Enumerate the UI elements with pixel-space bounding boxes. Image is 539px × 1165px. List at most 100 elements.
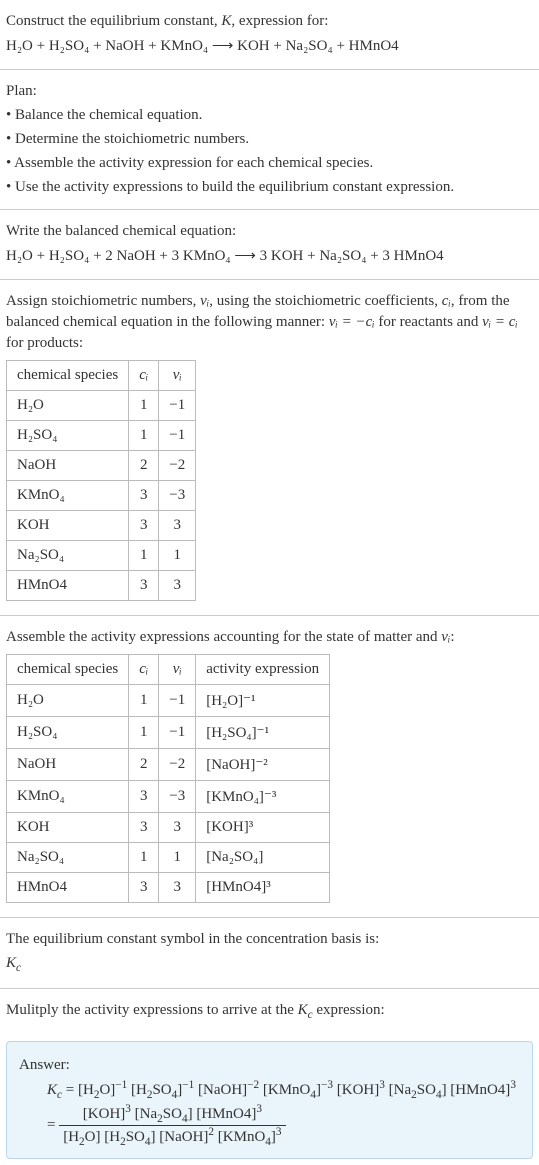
- col-species: chemical species: [7, 655, 129, 685]
- cell-nui: 1: [159, 843, 196, 873]
- table-row: KOH33: [7, 511, 196, 541]
- col-species: chemical species: [7, 361, 129, 391]
- cell-nui: −3: [159, 481, 196, 511]
- cell-species: Na₂SO₄: [7, 843, 129, 873]
- balanced-equation: H₂O + H₂SO₄ + 2 NaOH + 3 KMnO₄ ⟶ 3 KOH +…: [6, 246, 533, 267]
- cell-ci: 1: [129, 685, 159, 717]
- Kc-symbol: Kc: [6, 953, 533, 977]
- prompt-section: Construct the equilibrium constant, K, e…: [0, 0, 539, 70]
- table-row: KMnO₄3−3[KMnO₄]⁻³: [7, 781, 330, 813]
- activity-heading-1: Assemble the activity expressions accoun…: [6, 629, 441, 645]
- equals-sign: =: [47, 1116, 59, 1132]
- basis-line1: The equilibrium constant symbol in the c…: [6, 929, 533, 950]
- cell-species: H₂O: [7, 685, 129, 717]
- answer-label: Answer:: [19, 1055, 520, 1076]
- table-row: H₂SO₄1−1[H₂SO₄]⁻¹: [7, 717, 330, 749]
- cell-species: NaOH: [7, 749, 129, 781]
- cell-activity: [H₂SO₄]⁻¹: [196, 717, 330, 749]
- plan-bullet-2: • Determine the stoichiometric numbers.: [6, 129, 533, 150]
- c-i-symbol: cᵢ: [442, 293, 451, 309]
- Kc-text: Kc: [6, 955, 21, 971]
- plan-section: Plan: • Balance the chemical equation. •…: [0, 70, 539, 210]
- cell-activity: [HMnO4]³: [196, 873, 330, 903]
- table-row: H₂O1−1: [7, 391, 196, 421]
- cell-ci: 3: [129, 481, 159, 511]
- rel1: νᵢ = −cᵢ: [329, 314, 375, 330]
- col-activity: activity expression: [196, 655, 330, 685]
- cell-activity: [Na₂SO₄]: [196, 843, 330, 873]
- cell-species: Na₂SO₄: [7, 541, 129, 571]
- answer-fraction: [KOH]3 [Na2SO4] [HMnO4]3 [H2O] [H2SO4] […: [59, 1103, 285, 1148]
- cell-species: H₂SO₄: [7, 421, 129, 451]
- plan-heading: Plan:: [6, 81, 533, 102]
- basis-section: The equilibrium constant symbol in the c…: [0, 918, 539, 989]
- nu-i-symbol-2: νᵢ: [441, 629, 450, 645]
- cell-species: NaOH: [7, 451, 129, 481]
- table-header-row: chemical species cᵢ νᵢ activity expressi…: [7, 655, 330, 685]
- stoich-intro-5: for products:: [6, 335, 83, 351]
- fraction-numerator: [KOH]3 [Na2SO4] [HMnO4]3: [59, 1103, 285, 1126]
- cell-ci: 3: [129, 873, 159, 903]
- table-row: Na₂SO₄11: [7, 541, 196, 571]
- plan-bullet-4: • Use the activity expressions to build …: [6, 177, 533, 198]
- stoich-section: Assign stoichiometric numbers, νᵢ , using…: [0, 280, 539, 616]
- cell-nui: −1: [159, 685, 196, 717]
- cell-ci: 1: [129, 843, 159, 873]
- activity-section: Assemble the activity expressions accoun…: [0, 616, 539, 918]
- answer-line1: Kc = [H2O]−1 [H2SO4]−1 [NaOH]−2 [KMnO4]−…: [47, 1079, 520, 1101]
- cell-species: H₂SO₄: [7, 717, 129, 749]
- prompt-part1: Construct the equilibrium constant,: [6, 13, 221, 29]
- table-header-row: chemical species cᵢ νᵢ: [7, 361, 196, 391]
- activity-table: chemical species cᵢ νᵢ activity expressi…: [6, 654, 330, 903]
- cell-ci: 2: [129, 451, 159, 481]
- table-row: KMnO₄3−3: [7, 481, 196, 511]
- cell-nui: −2: [159, 749, 196, 781]
- col-ci: cᵢ: [129, 655, 159, 685]
- table-row: HMnO433[HMnO4]³: [7, 873, 330, 903]
- cell-nui: 3: [159, 571, 196, 601]
- cell-ci: 3: [129, 571, 159, 601]
- table-row: H₂O1−1[H₂O]⁻¹: [7, 685, 330, 717]
- col-ci: cᵢ: [129, 361, 159, 391]
- activity-heading: Assemble the activity expressions accoun…: [6, 627, 533, 648]
- cell-nui: 1: [159, 541, 196, 571]
- cell-species: HMnO4: [7, 571, 129, 601]
- balanced-section: Write the balanced chemical equation: H₂…: [0, 210, 539, 280]
- cell-ci: 1: [129, 541, 159, 571]
- stoich-intro-4: for reactants and: [375, 314, 482, 330]
- balanced-heading: Write the balanced chemical equation:: [6, 221, 533, 242]
- cell-nui: −1: [159, 421, 196, 451]
- answer-box: Answer: Kc = [H2O]−1 [H2SO4]−1 [NaOH]−2 …: [6, 1041, 533, 1159]
- unbalanced-equation: H₂O + H₂SO₄ + NaOH + KMnO₄ ⟶ KOH + Na₂SO…: [6, 36, 533, 57]
- activity-heading-2: :: [450, 629, 454, 645]
- fraction-denominator: [H2O] [H2SO4] [NaOH]2 [KMnO4]3: [59, 1126, 285, 1148]
- answer-expression: Kc = [H2O]−1 [H2SO4]−1 [NaOH]−2 [KMnO4]−…: [47, 1079, 520, 1148]
- col-nui: νᵢ: [159, 361, 196, 391]
- cell-species: KMnO₄: [7, 781, 129, 813]
- cell-activity: [NaOH]⁻²: [196, 749, 330, 781]
- cell-nui: −1: [159, 391, 196, 421]
- cell-nui: 3: [159, 511, 196, 541]
- cell-activity: [KOH]³: [196, 813, 330, 843]
- table-row: NaOH2−2[NaOH]⁻²: [7, 749, 330, 781]
- cell-species: H₂O: [7, 391, 129, 421]
- cell-ci: 3: [129, 511, 159, 541]
- cell-ci: 3: [129, 813, 159, 843]
- cell-ci: 2: [129, 749, 159, 781]
- stoich-intro-2: , using the stoichiometric coefficients,: [209, 293, 442, 309]
- col-nui: νᵢ: [159, 655, 196, 685]
- cell-species: KOH: [7, 511, 129, 541]
- cell-activity: [H₂O]⁻¹: [196, 685, 330, 717]
- cell-nui: −3: [159, 781, 196, 813]
- stoich-intro-1: Assign stoichiometric numbers,: [6, 293, 200, 309]
- multiply-line: Mulitply the activity expressions to arr…: [6, 1000, 533, 1024]
- cell-nui: 3: [159, 873, 196, 903]
- rel2: νᵢ = cᵢ: [482, 314, 518, 330]
- multiply-section: Mulitply the activity expressions to arr…: [0, 989, 539, 1035]
- prompt-part2: , expression for:: [231, 13, 328, 29]
- multiply-part-b: expression:: [313, 1002, 385, 1018]
- cell-ci: 1: [129, 421, 159, 451]
- prompt-text: Construct the equilibrium constant, K, e…: [6, 11, 533, 32]
- table-row: HMnO433: [7, 571, 196, 601]
- cell-ci: 1: [129, 717, 159, 749]
